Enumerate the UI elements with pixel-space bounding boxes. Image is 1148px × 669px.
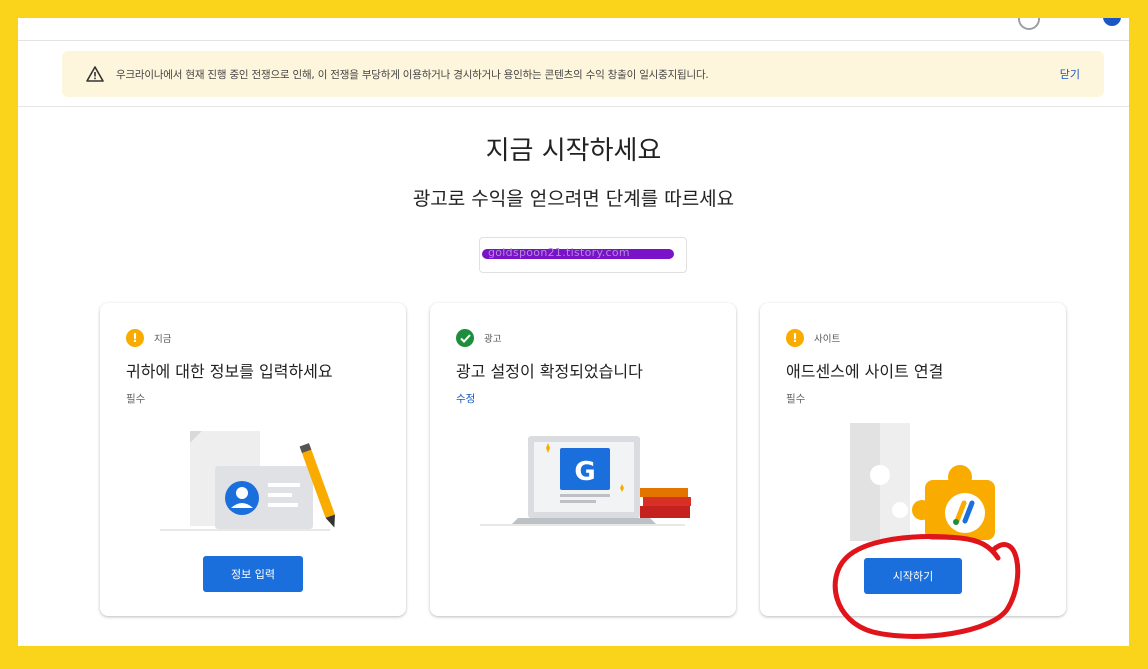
id-card-illustration	[160, 431, 335, 531]
warning-icon: !	[786, 329, 804, 347]
site-url: goldspoon21.tistory.com	[488, 246, 630, 259]
adsense-page: 우크라이나에서 현재 진행 중인 전쟁으로 인해, 이 전쟁을 부당하게 이용하…	[18, 18, 1129, 646]
card-required-label: 필수	[786, 393, 806, 405]
card-connect-site: ! 사이트 애드센스에 사이트 연결 필수 시작하기	[760, 303, 1066, 616]
top-bar-divider	[18, 40, 1129, 41]
warning-icon: !	[126, 329, 144, 347]
card-status: ! 지금	[126, 329, 171, 347]
puzzle-illustration	[850, 423, 995, 541]
site-selector[interactable]: goldspoon21.tistory.com	[479, 237, 687, 273]
card-personal-info: ! 지금 귀하에 대한 정보를 입력하세요 필수 정보 입력	[100, 303, 406, 616]
warning-triangle-icon	[86, 65, 104, 83]
notice-banner: 우크라이나에서 현재 진행 중인 전쟁으로 인해, 이 전쟁을 부당하게 이용하…	[62, 51, 1104, 97]
help-icon[interactable]	[1018, 18, 1040, 30]
card-ad-settings: 광고 광고 설정이 확정되었습니다 수정 G	[430, 303, 736, 616]
card-tag: 광고	[484, 334, 502, 345]
card-title: 광고 설정이 확정되었습니다	[456, 362, 643, 381]
card-title: 귀하에 대한 정보를 입력하세요	[126, 362, 333, 381]
card-status: ! 사이트	[786, 329, 840, 347]
card-tag: 사이트	[814, 334, 841, 345]
page-title: 지금 시작하세요	[485, 136, 662, 166]
page-subtitle: 광고로 수익을 얻으려면 단계를 따르세요	[412, 188, 735, 210]
header-divider	[18, 106, 1129, 107]
close-banner-button[interactable]: 닫기	[1060, 66, 1080, 82]
account-avatar[interactable]	[1103, 18, 1121, 26]
card-required-label: 필수	[126, 393, 146, 405]
enter-info-button[interactable]: 정보 입력	[203, 556, 303, 592]
card-title: 애드센스에 사이트 연결	[786, 362, 944, 381]
get-started-button[interactable]: 시작하기	[864, 558, 962, 594]
card-tag: 지금	[154, 334, 172, 345]
svg-text:G: G	[574, 457, 595, 487]
laptop-illustration: G	[480, 436, 691, 526]
card-status: 광고	[456, 329, 501, 347]
check-icon	[456, 329, 474, 347]
edit-link[interactable]: 수정	[456, 391, 475, 406]
notice-message: 우크라이나에서 현재 진행 중인 전쟁으로 인해, 이 전쟁을 부당하게 이용하…	[116, 68, 709, 81]
